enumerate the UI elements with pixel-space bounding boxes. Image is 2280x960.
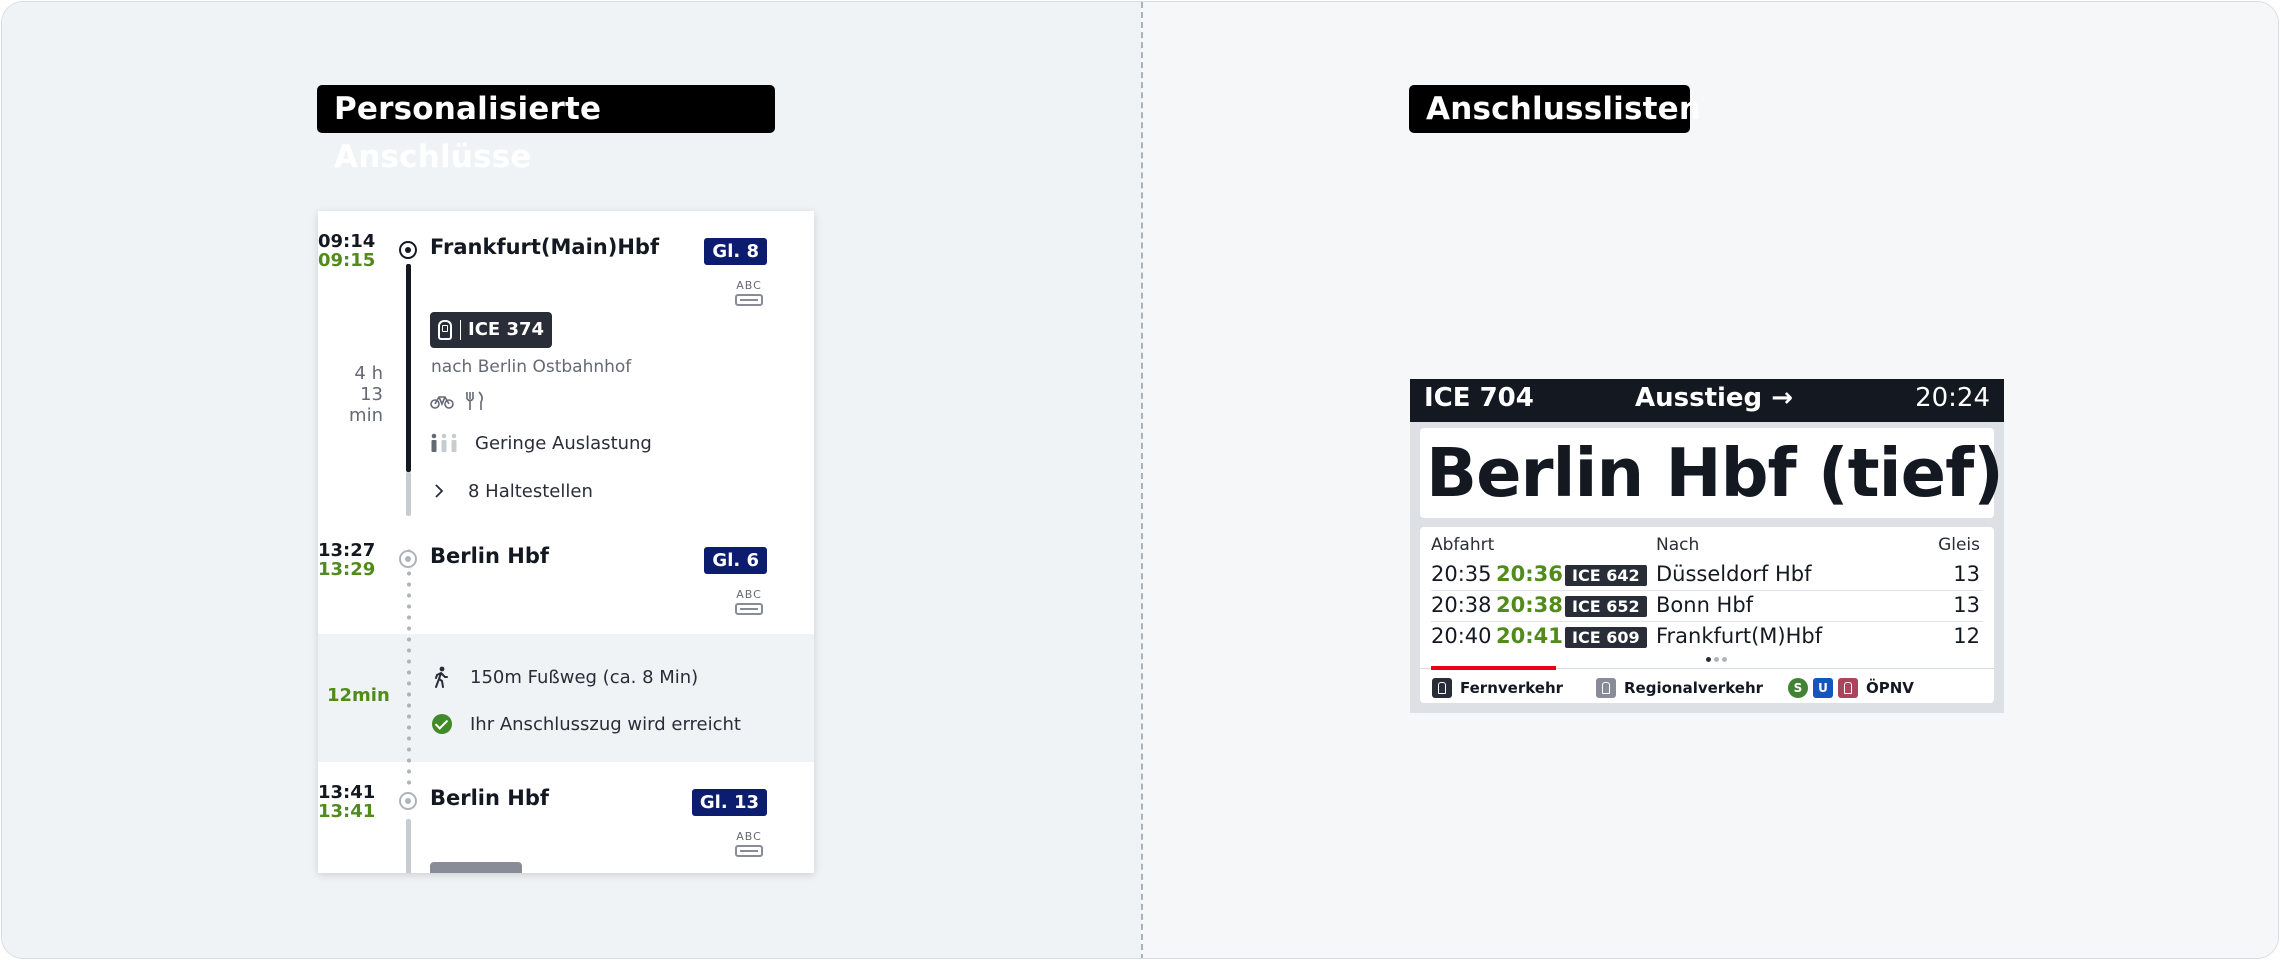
stop-1-platform-badge: Gl. 8 <box>704 238 767 265</box>
travel-duration-hours: 4 h <box>354 363 383 384</box>
column-header-destination: Nach <box>1656 535 1700 555</box>
section-title-personalized: Personalisierte Anschlüsse <box>317 85 775 175</box>
connection-board: ICE 704 Ausstieg → 20:24 Berlin Hbf (tie… <box>1410 379 2004 713</box>
row-time-planned: 20:35 <box>1431 562 1492 586</box>
stop-1-time-actual: 09:15 <box>318 250 376 271</box>
table-row: 20:35 20:36 ICE 642 Düsseldorf Hbf 13 <box>1431 560 1983 591</box>
stop-1-coach-label: ABC <box>736 279 762 292</box>
legend-fernverkehr[interactable]: Fernverkehr <box>1432 678 1563 698</box>
connection-list: Abfahrt Nach Gleis 20:35 20:36 ICE 642 D… <box>1420 527 1994 703</box>
row-destination: Düsseldorf Hbf <box>1656 562 1812 586</box>
page-dot <box>1722 657 1727 662</box>
page-indicator[interactable] <box>1706 657 1730 663</box>
row-time-actual: 20:36 <box>1496 562 1563 586</box>
journey-card: 09:14 09:15 Frankfurt(Main)Hbf Gl. 8 ABC… <box>318 211 814 873</box>
intermediate-stops-label: 8 Haltestellen <box>468 481 593 502</box>
badge-separator <box>460 320 461 340</box>
table-row: 20:40 20:41 ICE 609 Frankfurt(M)Hbf 12 <box>1431 622 1983 653</box>
row-train-badge: ICE 609 <box>1565 627 1647 648</box>
route-line-next <box>406 819 411 873</box>
row-train-badge: ICE 642 <box>1565 565 1647 586</box>
next-train-badge-partial[interactable] <box>430 862 522 873</box>
page-dot <box>1706 657 1711 662</box>
train-icon <box>438 320 452 340</box>
walking-icon <box>435 666 448 688</box>
column-header-platform: Gleis <box>1938 535 1980 555</box>
board-exit-direction: Ausstieg → <box>1635 383 1794 413</box>
row-time-actual: 20:41 <box>1496 624 1563 648</box>
page-dot <box>1714 657 1719 662</box>
train-badge[interactable]: ICE 374 <box>430 312 553 348</box>
row-time-planned: 20:40 <box>1431 624 1492 648</box>
coach-sequence-icon[interactable] <box>735 603 763 615</box>
connection-status: Ihr Anschlusszug wird erreicht <box>470 714 741 735</box>
stop-1-time-planned: 09:14 <box>318 231 376 252</box>
row-train-badge: ICE 652 <box>1565 596 1647 617</box>
u-bahn-icon: U <box>1813 678 1833 698</box>
board-station-name: Berlin Hbf (tief) <box>1420 428 2004 518</box>
stop-3-time-planned: 13:41 <box>318 782 376 803</box>
legend-active-indicator <box>1431 666 1556 670</box>
row-destination: Bonn Hbf <box>1656 593 1754 617</box>
travel-duration-minutes: 13 min <box>349 384 383 426</box>
stop-1-name[interactable]: Frankfurt(Main)Hbf <box>430 235 659 259</box>
row-destination: Frankfurt(M)Hbf <box>1656 624 1823 648</box>
row-time-planned: 20:38 <box>1431 593 1492 617</box>
long-distance-train-icon <box>1432 678 1452 698</box>
section-title-connection-lists: Anschlusslisten <box>1409 85 1701 133</box>
stop-2-coach-label: ABC <box>736 588 762 601</box>
board-header: ICE 704 Ausstieg → 20:24 <box>1410 379 2004 422</box>
stop-3-name[interactable]: Berlin Hbf <box>430 786 549 810</box>
coach-sequence-icon[interactable] <box>735 845 763 857</box>
stop-2-time-planned: 13:27 <box>318 540 376 561</box>
bicycle-icon <box>430 396 454 409</box>
row-time-actual: 20:38 <box>1496 593 1563 617</box>
legend-label: Regionalverkehr <box>1624 679 1764 697</box>
board-train: ICE 704 <box>1424 383 1534 413</box>
stop-3-time-actual: 13:41 <box>318 801 376 822</box>
board-clock: 20:24 <box>1915 383 1990 413</box>
tram-icon <box>1838 678 1858 698</box>
row-platform: 13 <box>1953 593 1980 617</box>
occupancy-icon <box>431 433 457 452</box>
occupancy-label: Geringe Auslastung <box>475 433 652 454</box>
panel-divider <box>1141 2 1143 958</box>
train-label: ICE 374 <box>468 319 545 340</box>
legend-label: Fernverkehr <box>1460 679 1564 697</box>
restaurant-icon <box>466 391 483 410</box>
coach-sequence-icon[interactable] <box>735 294 763 306</box>
train-direction: nach Berlin Ostbahnhof <box>431 357 632 377</box>
walk-distance: 150m Fußweg (ca. 8 Min) <box>470 667 699 688</box>
transfer-walk-line-inner <box>407 634 411 762</box>
stop-node-icon <box>399 792 417 810</box>
route-line-travelled <box>406 264 411 472</box>
legend-oepnv[interactable]: S U ÖPNV <box>1788 678 1914 698</box>
stop-2-time-actual: 13:29 <box>318 559 376 580</box>
transfer-section <box>318 634 814 762</box>
regional-train-icon <box>1596 678 1616 698</box>
stop-2-name[interactable]: Berlin Hbf <box>430 544 549 568</box>
stop-2-platform-badge: Gl. 6 <box>704 547 767 574</box>
column-header-departure: Abfahrt <box>1431 535 1495 555</box>
route-line-remaining <box>406 472 411 516</box>
intermediate-stops-toggle[interactable]: 8 Haltestellen <box>430 476 630 506</box>
legend-label: ÖPNV <box>1866 679 1914 697</box>
stop-3-coach-label: ABC <box>736 830 762 843</box>
stop-3-platform-badge: Gl. 13 <box>691 789 767 816</box>
transfer-time: 12min <box>327 685 390 706</box>
row-platform: 13 <box>1953 562 1980 586</box>
legend-regionalverkehr[interactable]: Regionalverkehr <box>1596 678 1763 698</box>
table-row: 20:38 20:38 ICE 652 Bonn Hbf 13 <box>1431 591 1983 622</box>
stop-node-icon <box>399 550 417 568</box>
chevron-right-icon <box>435 484 444 498</box>
s-bahn-icon: S <box>1788 678 1808 698</box>
check-icon <box>432 714 452 734</box>
stop-node-icon <box>399 241 417 259</box>
row-platform: 12 <box>1953 624 1980 648</box>
